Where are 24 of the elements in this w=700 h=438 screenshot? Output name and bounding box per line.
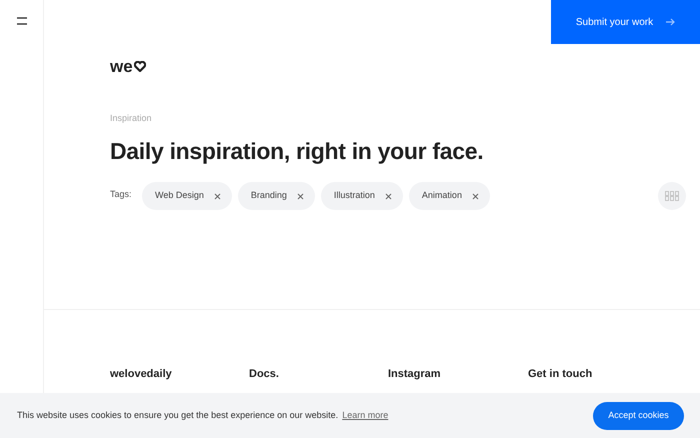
tags-label: Tags: [110, 188, 133, 202]
accept-cookies-button[interactable]: Accept cookies [593, 402, 684, 430]
eyebrow-label: Inspiration [110, 112, 153, 125]
tag-chip[interactable]: Animation [408, 182, 490, 210]
tag-chip[interactable]: Web Design [142, 182, 232, 210]
close-icon[interactable] [296, 192, 304, 200]
close-icon[interactable] [384, 192, 392, 200]
heart-icon [134, 60, 146, 72]
tag-chip[interactable]: Illustration [320, 182, 403, 210]
footer-heading: Get in touch [528, 367, 594, 382]
close-icon[interactable] [214, 192, 221, 200]
logo[interactable]: we [110, 56, 634, 76]
cookie-message: This website uses cookies to ensure you get the best experience on our website. [17, 408, 338, 422]
footer-heading: welovedaily [110, 367, 173, 382]
close-icon[interactable] [472, 192, 479, 200]
grid-icon [665, 191, 679, 201]
tag-chip[interactable]: Branding [238, 182, 315, 210]
arrow-right-icon [665, 18, 676, 26]
submit-button[interactable]: Submit your work [551, 0, 700, 44]
headline: Daily inspiration, right in your face. [110, 136, 484, 166]
footer-heading: Instagram [388, 367, 442, 382]
footer-heading: Docs. [249, 367, 280, 382]
menu-icon[interactable] [16, 16, 28, 26]
learn-more-link[interactable]: Learn more [342, 408, 388, 422]
